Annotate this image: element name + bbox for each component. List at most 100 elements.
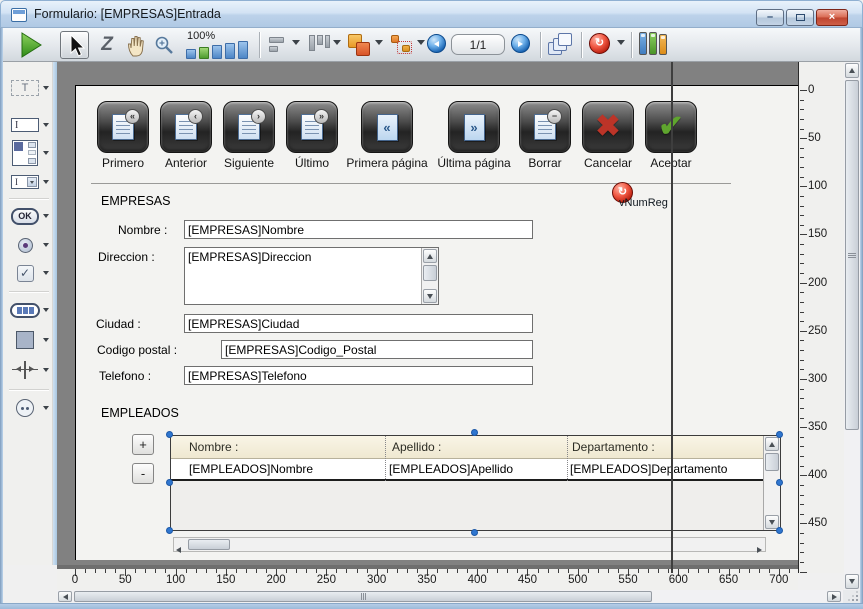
scroll-down-button[interactable] xyxy=(423,289,437,303)
minimize-button[interactable]: – xyxy=(756,9,784,26)
tool-dropdown[interactable] xyxy=(43,123,49,127)
tool-dropdown[interactable] xyxy=(43,338,49,342)
subform-horizontal-scrollbar[interactable] xyxy=(173,537,766,552)
next-page-button[interactable] xyxy=(511,34,530,53)
zoom-bar-current[interactable] xyxy=(199,47,209,59)
previous-page-button[interactable] xyxy=(427,34,446,53)
scroll-up-button[interactable] xyxy=(765,437,779,451)
add-row-button[interactable]: + xyxy=(132,434,154,455)
tool-dropdown[interactable] xyxy=(43,308,49,312)
empleados-subform[interactable]: Nombre : Apellido : Departamento : [EMPL… xyxy=(170,435,781,531)
listbox-tool[interactable] xyxy=(9,138,55,168)
cell-value[interactable]: [EMPLEADOS]Apellido xyxy=(389,462,513,476)
zoom-bar-4[interactable] xyxy=(225,43,235,59)
form-button-first-page[interactable]: « xyxy=(361,101,413,153)
selection-handle[interactable] xyxy=(166,527,173,534)
align-dropdown[interactable] xyxy=(292,40,300,45)
tool-dropdown[interactable] xyxy=(43,406,49,410)
zoom-bars-widget[interactable] xyxy=(186,41,248,59)
selection-handle[interactable] xyxy=(471,429,478,436)
scroll-up-button[interactable] xyxy=(845,63,859,78)
zoom-bar-5[interactable] xyxy=(238,41,248,59)
data-source-button[interactable]: ↻ xyxy=(589,33,610,54)
text-tool[interactable]: T xyxy=(9,76,55,100)
selection-handle[interactable] xyxy=(166,479,173,486)
column-separator[interactable] xyxy=(567,436,568,481)
form-pages-button[interactable] xyxy=(547,31,575,59)
explorer-button[interactable] xyxy=(639,32,667,55)
column-header[interactable]: Departamento : xyxy=(572,440,655,454)
selection-handle[interactable] xyxy=(776,431,783,438)
form-button-next[interactable]: › xyxy=(223,101,275,153)
form-button-cancel[interactable]: ✖ xyxy=(582,101,634,153)
field-empresas-codigo-postal[interactable]: [EMPRESAS]Codigo_Postal xyxy=(221,340,533,359)
remove-row-button[interactable]: - xyxy=(132,463,154,484)
resize-grip[interactable] xyxy=(843,590,860,603)
selection-handle[interactable] xyxy=(166,431,173,438)
tabbar-tool[interactable] xyxy=(9,298,55,322)
selection-handle[interactable] xyxy=(776,527,783,534)
field-empresas-direccion[interactable]: [EMPRESAS]Direccion xyxy=(184,247,439,305)
form-canvas[interactable]: « ‹ › » « » − ✖ ✔ xyxy=(57,62,798,565)
scrollbar-thumb[interactable] xyxy=(188,539,230,550)
zoom-bar-3[interactable] xyxy=(212,45,222,59)
duplicate-button[interactable] xyxy=(388,32,416,58)
align-button[interactable] xyxy=(267,34,291,56)
pointer-tool-button[interactable] xyxy=(60,31,89,59)
title-bar[interactable]: Formulario: [EMPRESAS]Entrada – × xyxy=(0,0,863,28)
rectangle-tool[interactable] xyxy=(9,328,55,352)
page-boundary-line[interactable] xyxy=(671,62,673,573)
textarea-scrollbar[interactable] xyxy=(421,248,438,304)
maximize-button[interactable] xyxy=(786,9,814,26)
scroll-left-button[interactable] xyxy=(176,542,181,556)
form-button-previous[interactable]: ‹ xyxy=(160,101,212,153)
tool-dropdown[interactable] xyxy=(43,271,49,275)
zoom-tool-button[interactable] xyxy=(151,32,177,58)
tool-dropdown[interactable] xyxy=(43,151,49,155)
scroll-down-button[interactable] xyxy=(845,574,859,589)
selection-handle[interactable] xyxy=(471,529,478,536)
form-button-delete[interactable]: − xyxy=(519,101,571,153)
column-separator[interactable] xyxy=(385,436,386,481)
tool-dropdown[interactable] xyxy=(43,368,49,372)
scroll-right-button[interactable] xyxy=(827,591,841,602)
tool-dropdown[interactable] xyxy=(43,180,49,184)
scroll-right-button[interactable] xyxy=(757,542,762,556)
cell-value[interactable]: [EMPLEADOS]Nombre xyxy=(189,462,313,476)
combobox-tool[interactable]: I xyxy=(9,170,55,194)
column-header[interactable]: Nombre : xyxy=(189,440,238,454)
page-indicator[interactable]: 1/1 xyxy=(451,34,505,55)
horizontal-scrollbar[interactable] xyxy=(57,590,843,603)
field-empresas-ciudad[interactable]: [EMPRESAS]Ciudad xyxy=(184,314,533,333)
checkbox-tool[interactable]: ✓ xyxy=(9,261,55,285)
form-page[interactable]: « ‹ › » « » − ✖ ✔ xyxy=(75,85,798,560)
scroll-up-button[interactable] xyxy=(423,249,437,263)
field-empresas-nombre[interactable]: [EMPRESAS]Nombre xyxy=(184,220,533,239)
cell-value[interactable]: [EMPLEADOS]Departamento xyxy=(570,462,727,476)
zoom-bar-1[interactable] xyxy=(186,49,196,59)
tool-dropdown[interactable] xyxy=(43,243,49,247)
splitter-tool[interactable] xyxy=(9,358,55,382)
subform-data-row[interactable]: [EMPLEADOS]Nombre [EMPLEADOS]Apellido [E… xyxy=(171,459,765,481)
tab-order-tool-button[interactable]: Z xyxy=(95,33,119,57)
duplicate-dropdown[interactable] xyxy=(417,40,425,45)
layer-order-button[interactable] xyxy=(345,32,373,58)
scrollbar-thumb[interactable] xyxy=(423,265,437,281)
selection-handle[interactable] xyxy=(776,479,783,486)
button-tool[interactable]: OK xyxy=(9,204,55,228)
scrollbar-thumb[interactable] xyxy=(845,80,859,430)
form-button-last[interactable]: » xyxy=(286,101,338,153)
field-empresas-telefono[interactable]: [EMPRESAS]Telefono xyxy=(184,366,533,385)
pan-tool-button[interactable] xyxy=(123,32,149,58)
data-source-dropdown[interactable] xyxy=(617,40,625,45)
input-tool[interactable]: I xyxy=(9,113,55,137)
column-header[interactable]: Apellido : xyxy=(392,440,441,454)
tool-dropdown[interactable] xyxy=(43,86,49,90)
scrollbar-thumb[interactable] xyxy=(74,591,652,602)
plugin-tool[interactable] xyxy=(9,396,55,420)
form-button-last-page[interactable]: » xyxy=(448,101,500,153)
vertical-scrollbar[interactable] xyxy=(844,62,860,590)
form-button-first[interactable]: « xyxy=(97,101,149,153)
distribute-button[interactable] xyxy=(306,33,332,57)
close-button[interactable]: × xyxy=(816,9,848,26)
